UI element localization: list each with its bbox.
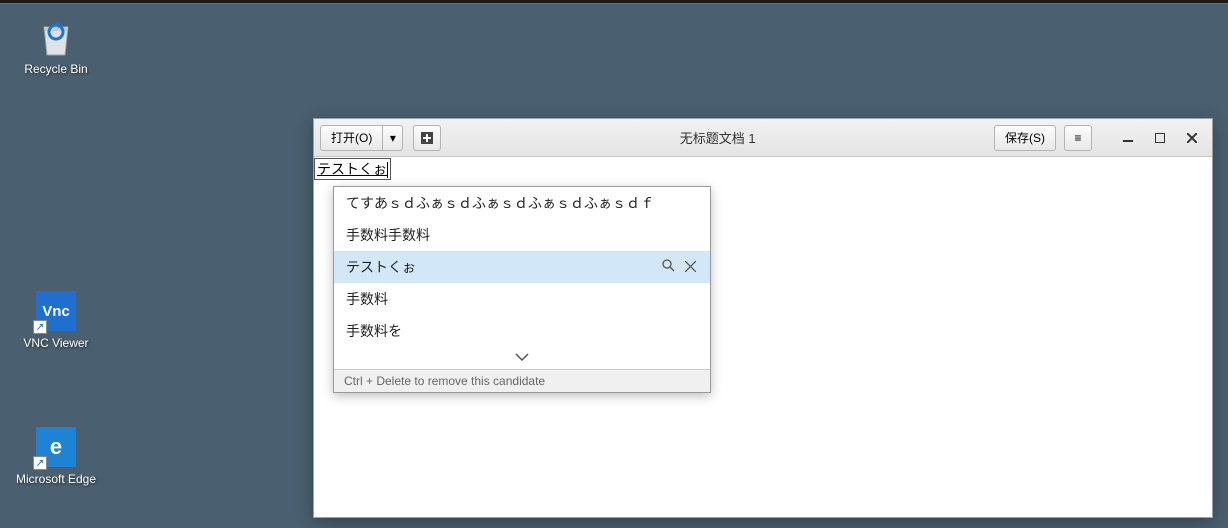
- titlebar: 打开(O) ▾ 无标题文档 1 保存(S) ≡: [314, 119, 1212, 157]
- ime-candidate-item[interactable]: 手数料手数料: [334, 219, 710, 251]
- desktop-icon-recycle-bin[interactable]: Recycle Bin: [16, 14, 96, 76]
- ime-candidate-item[interactable]: 手数料を: [334, 315, 710, 347]
- ime-candidate-item[interactable]: てすあｓｄふぁｓｄふぁｓｄふぁｓｄふぁｓｄｆ: [334, 187, 710, 219]
- recycle-bin-icon: [33, 14, 79, 60]
- ime-candidate-text: 手数料: [346, 289, 388, 309]
- edge-icon: e ↗: [33, 424, 79, 470]
- hamburger-menu-button[interactable]: ≡: [1064, 125, 1092, 151]
- ime-preedit-text: テストくぉ: [314, 158, 391, 180]
- close-icon: [1187, 133, 1197, 143]
- ime-candidate-text: 手数料を: [346, 321, 402, 341]
- vnc-viewer-icon: Vnc ↗: [33, 288, 79, 334]
- ime-more-candidates-button[interactable]: [334, 347, 710, 369]
- ime-candidate-text: 手数料手数料: [346, 225, 430, 245]
- minimize-button[interactable]: [1114, 127, 1142, 149]
- minimize-icon: [1123, 133, 1133, 143]
- search-icon[interactable]: [662, 259, 675, 275]
- desktop-icon-vnc-viewer[interactable]: Vnc ↗ VNC Viewer: [16, 288, 96, 350]
- open-button[interactable]: 打开(O): [320, 125, 383, 151]
- remove-candidate-icon[interactable]: [685, 259, 696, 275]
- desktop-icon-label: Recycle Bin: [24, 62, 87, 76]
- close-button[interactable]: [1178, 127, 1206, 149]
- ime-footer-hint: Ctrl + Delete to remove this candidate: [334, 369, 710, 392]
- ime-candidate-item[interactable]: テストくぉ: [334, 251, 710, 283]
- open-dropdown-button[interactable]: ▾: [383, 125, 403, 151]
- shortcut-overlay-icon: ↗: [33, 320, 47, 334]
- hamburger-icon: ≡: [1074, 131, 1081, 145]
- new-tab-button[interactable]: [413, 125, 441, 151]
- maximize-button[interactable]: [1146, 127, 1174, 149]
- ime-candidate-item[interactable]: 手数料: [334, 283, 710, 315]
- desktop-icon-label: VNC Viewer: [23, 336, 88, 350]
- chevron-down-icon: [514, 349, 530, 365]
- ime-candidate-popup: てすあｓｄふぁｓｄふぁｓｄふぁｓｄふぁｓｄｆ 手数料手数料 テストくぉ 手数料 …: [333, 186, 711, 393]
- maximize-icon: [1155, 133, 1165, 143]
- ime-candidate-text: てすあｓｄふぁｓｄふぁｓｄふぁｓｄふぁｓｄｆ: [346, 193, 654, 213]
- shortcut-overlay-icon: ↗: [33, 456, 47, 470]
- save-button[interactable]: 保存(S): [994, 125, 1056, 151]
- ime-candidate-list: てすあｓｄふぁｓｄふぁｓｄふぁｓｄふぁｓｄｆ 手数料手数料 テストくぉ 手数料 …: [334, 187, 710, 347]
- window-title: 无标题文档 1: [445, 128, 990, 147]
- desktop-icon-microsoft-edge[interactable]: e ↗ Microsoft Edge: [16, 424, 96, 486]
- new-document-icon: [420, 131, 434, 145]
- ime-candidate-text: テストくぉ: [346, 257, 416, 277]
- desktop-icon-label: Microsoft Edge: [16, 472, 96, 486]
- chevron-down-icon: ▾: [390, 131, 396, 145]
